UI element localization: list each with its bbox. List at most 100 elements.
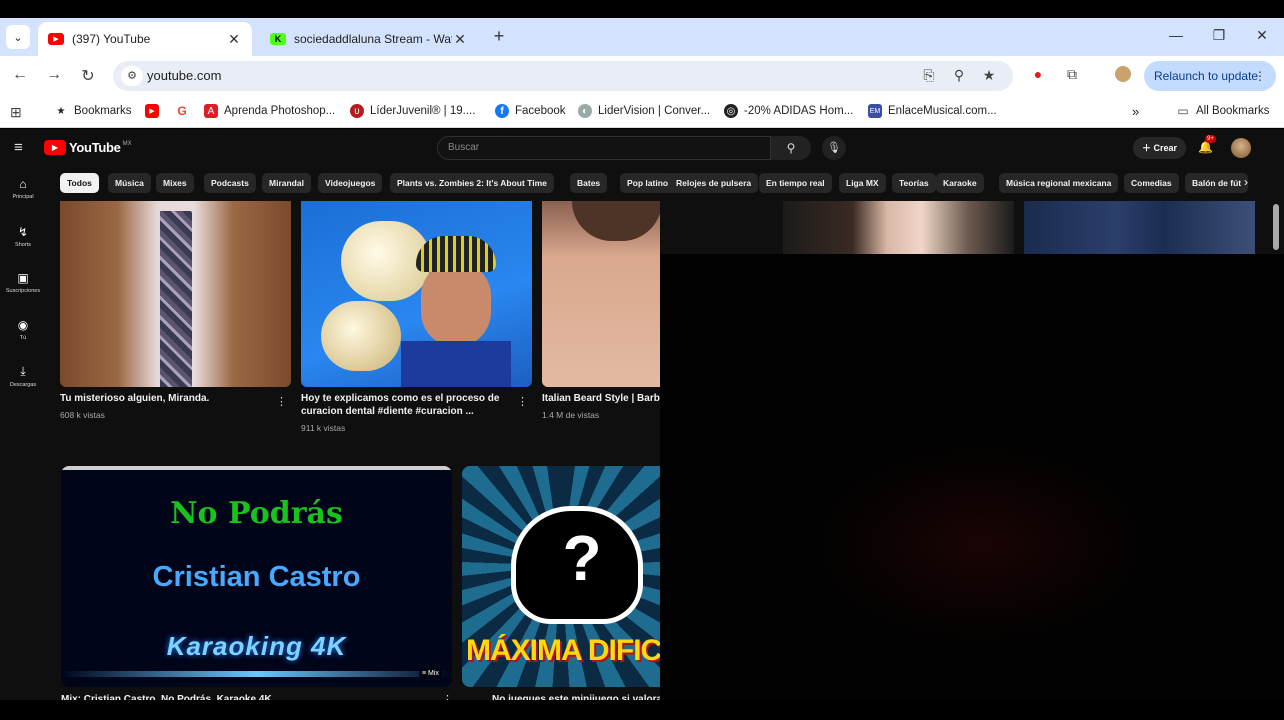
google-icon: G [175, 104, 189, 118]
scrollbar[interactable] [1273, 204, 1279, 250]
chip-13[interactable]: Karaoke [936, 173, 984, 193]
chip-5[interactable]: Videojuegos [318, 173, 383, 193]
thumb-text: Cristian Castro [152, 561, 361, 593]
short-title[interactable]: Italian Beard Style | Barba [542, 392, 660, 405]
short-thumbnail[interactable] [60, 201, 291, 387]
chip-8[interactable]: Pop latino [620, 173, 676, 193]
chip-6[interactable]: Plants vs. Zombies 2: It's About Time [390, 173, 554, 193]
preview-glow [810, 444, 1150, 644]
zoom-icon[interactable]: ⚲ [949, 67, 969, 84]
chip-11[interactable]: Liga MX [839, 173, 886, 193]
country-code: MX [122, 140, 132, 147]
sidebar-label: Principal [12, 194, 34, 200]
avatar[interactable] [1231, 138, 1251, 158]
bookmark-item[interactable]: ◎ -20% ADIDAS Hom... [724, 104, 853, 118]
more-bookmarks-icon[interactable]: » [1132, 104, 1139, 119]
youtube-page: ≡ ▶ YouTube MX Buscar ⚲ 🎙 ＋ Crear 🔔 9+ To… [0, 129, 1284, 720]
close-icon[interactable]: ✕ [226, 31, 242, 48]
tooth-graphic [321, 301, 401, 371]
scrubs-graphic [401, 341, 511, 387]
chip-7[interactable]: Bates [570, 173, 608, 193]
short-thumbnail[interactable] [301, 201, 532, 387]
microphone-icon[interactable]: 🎙 [822, 136, 846, 160]
chip-16[interactable]: Balón de fút [1185, 173, 1249, 193]
chip-3[interactable]: Podcasts [204, 173, 256, 193]
search-input[interactable]: Buscar [437, 136, 771, 160]
sidebar-item-descargas[interactable]: ⤓ Descargas [0, 364, 46, 388]
opera-extension-icon[interactable]: ● [1028, 66, 1048, 82]
bookmark-label: EnlaceMusical.com... [888, 105, 997, 117]
restore-icon[interactable]: ❐ [1209, 27, 1229, 44]
forward-icon[interactable]: → [44, 66, 64, 84]
tab-kick[interactable]: K sociedaddlaluna Stream - Watc ✕ [260, 22, 478, 56]
video-thumbnail[interactable]: No Podrás Cristian Castro Karaoking 4K ≡… [61, 466, 452, 687]
more-vert-icon[interactable]: ⋮ [517, 395, 528, 408]
tab-title: (397) YouTube [72, 32, 151, 46]
youtube-icon: ▶ [48, 33, 64, 45]
install-app-icon[interactable]: ⎘ [919, 67, 939, 84]
chip-12[interactable]: Teorías [892, 173, 936, 193]
chip-10[interactable]: En tiempo real [759, 173, 832, 193]
window-close-icon[interactable]: ✕ [1252, 27, 1272, 44]
menu-icon[interactable]: ≡ [14, 139, 23, 156]
tab-search-button[interactable]: ⌄ [6, 25, 30, 49]
bookmark-youtube[interactable]: ▶ [145, 104, 165, 118]
video-thumbnail[interactable]: ? MÁXIMA DIFICU [462, 466, 660, 687]
address-bar[interactable]: ⚙ youtube.com ⎘ ⚲ ★ [113, 61, 1013, 91]
sidebar-item-principal[interactable]: ⌂ Principal [0, 177, 46, 200]
address-text[interactable]: youtube.com [147, 68, 221, 83]
notifications-icon[interactable]: 🔔 9+ [1198, 135, 1216, 154]
sidebar-label: Suscripciones [5, 288, 41, 294]
bookmark-item[interactable]: f Facebook [495, 104, 566, 118]
sidebar-item-shorts[interactable]: ↯ Shorts [0, 225, 46, 248]
bookmark-item[interactable]: EM EnlaceMusical.com... [868, 104, 997, 118]
short-title[interactable]: Hoy te explicamos como es el proceso de … [301, 392, 506, 418]
site-info-icon[interactable]: ⚙ [121, 66, 143, 86]
chip-15[interactable]: Comedias [1124, 173, 1179, 193]
bookmark-google[interactable]: G [175, 104, 195, 118]
reload-icon[interactable]: ↻ [78, 66, 98, 86]
bookmark-item[interactable]: A Aprenda Photoshop... [204, 104, 335, 118]
search-icon[interactable]: ⚲ [771, 136, 811, 160]
chip-14[interactable]: Música regional mexicana [999, 173, 1119, 193]
sidebar-item-tu[interactable]: ◉ Tú [0, 318, 46, 341]
bookmark-star-icon[interactable]: ★ [979, 67, 999, 84]
apps-icon[interactable]: ⊞ [10, 104, 22, 121]
search-placeholder: Buscar [448, 142, 480, 153]
close-icon[interactable]: ✕ [452, 31, 468, 48]
relaunch-button[interactable]: Relaunch to update ⋮ [1144, 61, 1276, 91]
chip-0[interactable]: Todos [60, 173, 99, 193]
adobe-icon: A [204, 104, 218, 118]
short-thumbnail[interactable] [1024, 201, 1255, 254]
progress-indicator [61, 466, 452, 470]
tab-youtube[interactable]: ▶ (397) YouTube ✕ [38, 22, 252, 56]
create-button[interactable]: ＋ Crear [1133, 137, 1187, 159]
back-icon[interactable]: ← [10, 66, 30, 84]
more-vert-icon[interactable]: ⋮ [276, 395, 287, 408]
more-menu-icon[interactable]: ⋮ [1254, 61, 1266, 91]
cap-graphic [416, 236, 496, 272]
sidebar-item-suscripciones[interactable]: ▣ Suscripciones [0, 271, 46, 294]
profile-icon[interactable] [1113, 66, 1133, 85]
chip-2[interactable]: Mixes [156, 173, 194, 193]
chip-1[interactable]: Música [108, 173, 151, 193]
minimize-icon[interactable]: — [1166, 27, 1186, 43]
bookmark-item[interactable]: ʋ LíderJuvenil® | 19.... [350, 104, 475, 118]
all-bookmarks[interactable]: ▭ All Bookmarks [1176, 104, 1269, 118]
sidebar-label: Shorts [15, 242, 31, 248]
tie-graphic [160, 211, 192, 387]
short-title[interactable]: Tu misterioso alguien, Miranda. [60, 392, 270, 405]
bookmark-item[interactable]: ★ Bookmarks [54, 104, 132, 118]
kick-icon: K [270, 33, 286, 45]
chip-9[interactable]: Relojes de pulsera [669, 173, 759, 193]
chip-4[interactable]: Mirandal [262, 173, 311, 193]
bottom-bar [0, 700, 1284, 720]
new-tab-button[interactable]: + [489, 26, 509, 47]
extensions-icon[interactable]: ⧉ [1062, 66, 1082, 83]
youtube-logo[interactable]: ▶ YouTube MX [44, 140, 132, 155]
logo-text: YouTube [69, 140, 121, 155]
short-thumbnail[interactable] [542, 201, 660, 387]
bookmark-item[interactable]: ◐ LiderVision | Conver... [578, 104, 710, 118]
short-thumbnail[interactable] [783, 201, 1014, 254]
chevron-right-icon[interactable]: › [1244, 175, 1248, 189]
